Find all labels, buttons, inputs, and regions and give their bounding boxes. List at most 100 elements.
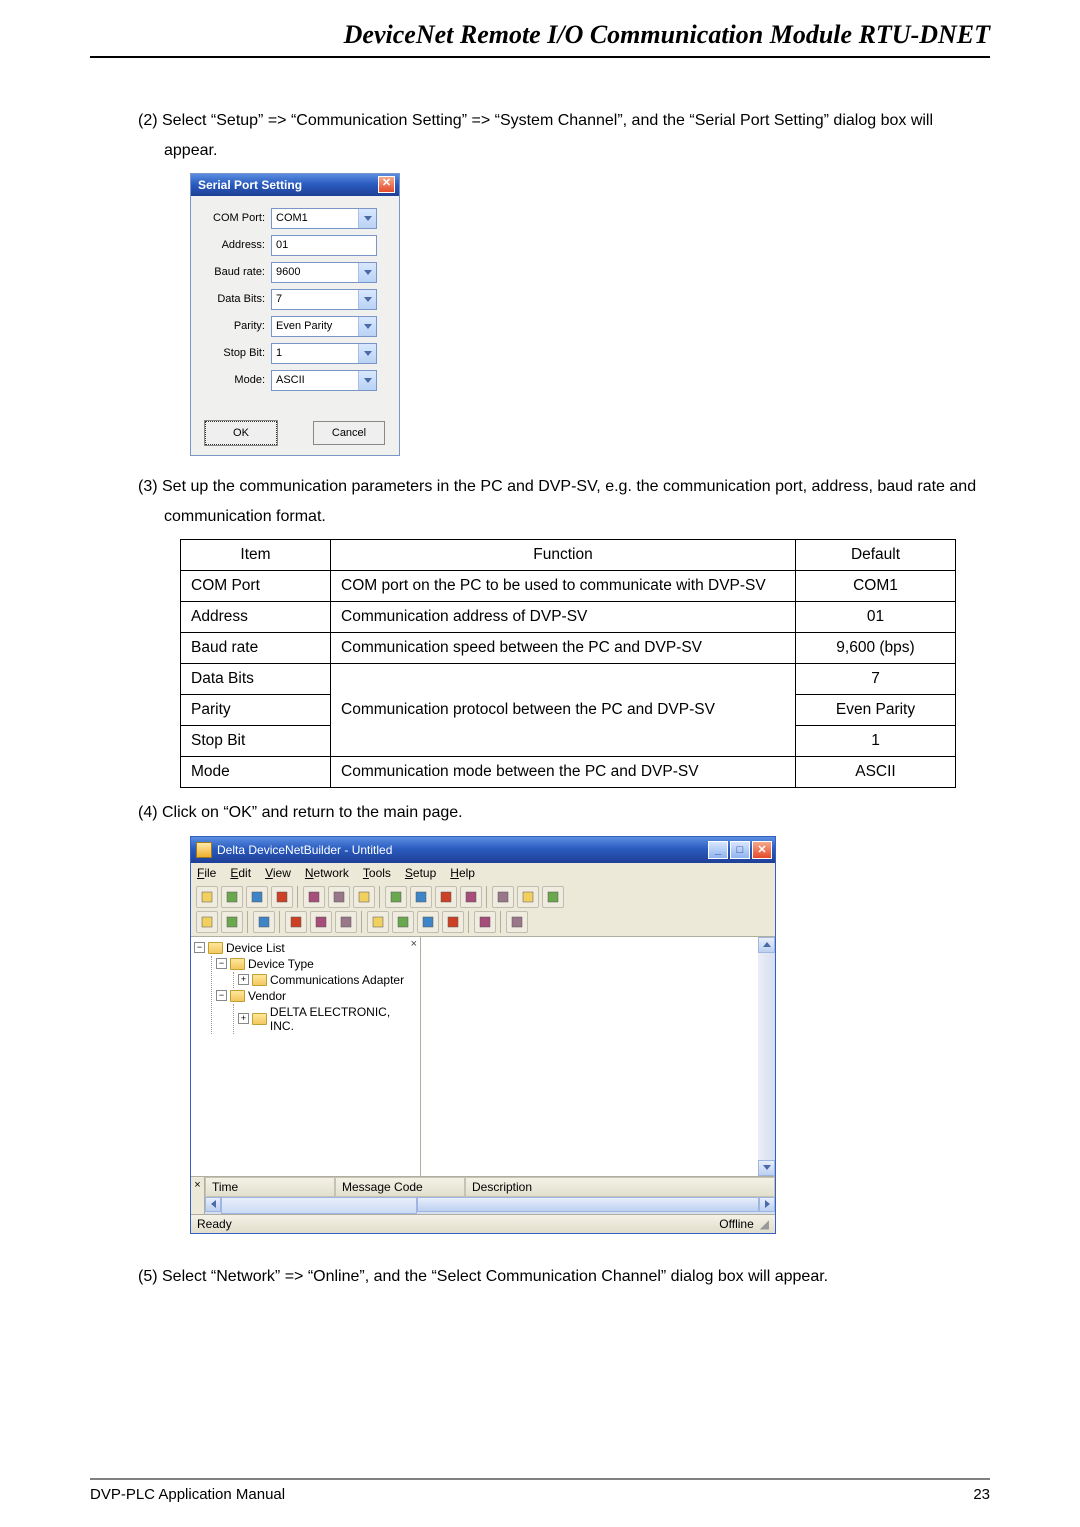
sps-value[interactable]: 9600 <box>272 263 358 282</box>
msg-col-desc[interactable]: Description <box>465 1177 775 1197</box>
cell-default: 9,600 (bps) <box>796 632 956 663</box>
scroll-track[interactable] <box>417 1197 759 1212</box>
sps-dropdown[interactable]: 9600 <box>271 262 377 283</box>
sps-value[interactable]: 1 <box>272 344 358 363</box>
toolbar-button[interactable] <box>271 886 293 908</box>
sps-dropdown[interactable]: Even Parity <box>271 316 377 337</box>
chevron-down-icon[interactable] <box>358 263 376 282</box>
tree-item[interactable]: − Vendor <box>216 988 417 1004</box>
menu-setup[interactable]: Setup <box>405 866 436 880</box>
toolbar-button[interactable] <box>328 886 350 908</box>
sps-value[interactable]: Even Parity <box>272 317 358 336</box>
menu-network[interactable]: Network <box>305 866 349 880</box>
sps-dropdown[interactable]: ASCII <box>271 370 377 391</box>
toolbar-button[interactable] <box>335 911 357 933</box>
collapse-icon[interactable]: − <box>216 958 227 969</box>
resize-grip-icon[interactable]: ◢ <box>760 1217 769 1231</box>
toolbar-button[interactable] <box>392 911 414 933</box>
toolbar-button[interactable] <box>353 886 375 908</box>
scroll-right-icon[interactable] <box>759 1197 775 1212</box>
tree-item[interactable]: +Communications Adapter <box>238 972 417 988</box>
toolbar-separator <box>379 886 381 908</box>
tree-label: Device List <box>226 941 285 955</box>
vertical-scrollbar[interactable] <box>758 937 775 1176</box>
toolbar-button[interactable] <box>410 886 432 908</box>
menu-edit[interactable]: Edit <box>230 866 251 880</box>
sps-label: Parity: <box>201 320 271 332</box>
scroll-down-icon[interactable] <box>758 1160 775 1176</box>
panel-close-icon[interactable]: × <box>411 938 417 950</box>
toolbar-button[interactable] <box>460 886 482 908</box>
scroll-up-icon[interactable] <box>758 937 775 953</box>
toolbar-button[interactable] <box>196 886 218 908</box>
toolbar-button[interactable] <box>285 911 307 933</box>
toolbar-separator <box>279 911 281 933</box>
collapse-icon[interactable]: − <box>194 942 205 953</box>
menu-view[interactable]: View <box>265 866 291 880</box>
menu-help[interactable]: Help <box>450 866 475 880</box>
toolbar-button[interactable] <box>435 886 457 908</box>
cancel-button[interactable]: Cancel <box>313 421 385 445</box>
cell-function: Communication mode between the PC and DV… <box>331 756 796 787</box>
expand-icon[interactable]: + <box>238 974 249 985</box>
close-icon[interactable]: ✕ <box>378 176 395 193</box>
sps-value[interactable]: 01 <box>272 236 376 255</box>
chevron-down-icon[interactable] <box>358 209 376 228</box>
msg-col-time[interactable]: Time <box>205 1177 335 1197</box>
step-5-text: (5) Select “Network” => “Online”, and th… <box>138 1262 990 1292</box>
sps-dropdown[interactable]: COM1 <box>271 208 377 229</box>
sps-value[interactable]: COM1 <box>272 209 358 228</box>
ok-button[interactable]: OK <box>205 421 277 445</box>
toolbar-button[interactable] <box>506 911 528 933</box>
cell-default: 01 <box>796 601 956 632</box>
toolbar-button[interactable] <box>310 911 332 933</box>
sps-value[interactable]: 7 <box>272 290 358 309</box>
collapse-icon[interactable]: − <box>216 990 227 1001</box>
toolbar-button[interactable] <box>221 886 243 908</box>
chevron-down-icon[interactable] <box>358 290 376 309</box>
maximize-button[interactable]: □ <box>730 841 750 859</box>
sps-textbox[interactable]: 01 <box>271 235 377 256</box>
toolbar-button[interactable] <box>517 886 539 908</box>
minimize-button[interactable]: _ <box>708 841 728 859</box>
chevron-down-icon[interactable] <box>358 344 376 363</box>
message-pane-close-icon[interactable]: × <box>191 1177 205 1197</box>
toolbar-button[interactable] <box>542 886 564 908</box>
sps-value[interactable]: ASCII <box>272 371 358 390</box>
tree-item[interactable]: − Device List <box>194 940 417 956</box>
cell-default: Even Parity <box>796 694 956 725</box>
sps-row-6: Mode:ASCII <box>201 370 389 391</box>
menu-tools[interactable]: Tools <box>363 866 391 880</box>
tree-item[interactable]: −Device Type <box>216 956 417 972</box>
canvas-area[interactable] <box>421 937 775 1176</box>
dialog-title: Serial Port Setting <box>198 178 302 192</box>
toolbar-button[interactable] <box>474 911 496 933</box>
toolbar-button[interactable] <box>196 911 218 933</box>
scroll-left-icon[interactable] <box>205 1197 221 1212</box>
col-function-header: Function <box>331 539 796 570</box>
expand-icon[interactable]: + <box>238 1013 249 1024</box>
msg-col-code[interactable]: Message Code <box>335 1177 465 1197</box>
toolbar-button[interactable] <box>492 886 514 908</box>
toolbar-button[interactable] <box>303 886 325 908</box>
sps-dropdown[interactable]: 1 <box>271 343 377 364</box>
chevron-down-icon[interactable] <box>358 317 376 336</box>
col-default-header: Default <box>796 539 956 570</box>
toolbar-button[interactable] <box>417 911 439 933</box>
tree-item[interactable]: +DELTA ELECTRONIC, INC. <box>238 1004 417 1034</box>
cell-function: Communication address of DVP-SV <box>331 601 796 632</box>
toolbar-button[interactable] <box>246 886 268 908</box>
toolbar-button[interactable] <box>385 886 407 908</box>
toolbar-button[interactable] <box>253 911 275 933</box>
chevron-down-icon[interactable] <box>358 371 376 390</box>
toolbar-button[interactable] <box>442 911 464 933</box>
toolbar-button[interactable] <box>221 911 243 933</box>
menu-file[interactable]: File <box>197 866 216 880</box>
tree-label: Vendor <box>248 989 286 1003</box>
toolbar-button[interactable] <box>367 911 389 933</box>
cell-item: Parity <box>181 694 331 725</box>
horizontal-scrollbar[interactable] <box>205 1197 775 1214</box>
sps-dropdown[interactable]: 7 <box>271 289 377 310</box>
cell-default: ASCII <box>796 756 956 787</box>
close-button[interactable]: ✕ <box>752 841 772 859</box>
